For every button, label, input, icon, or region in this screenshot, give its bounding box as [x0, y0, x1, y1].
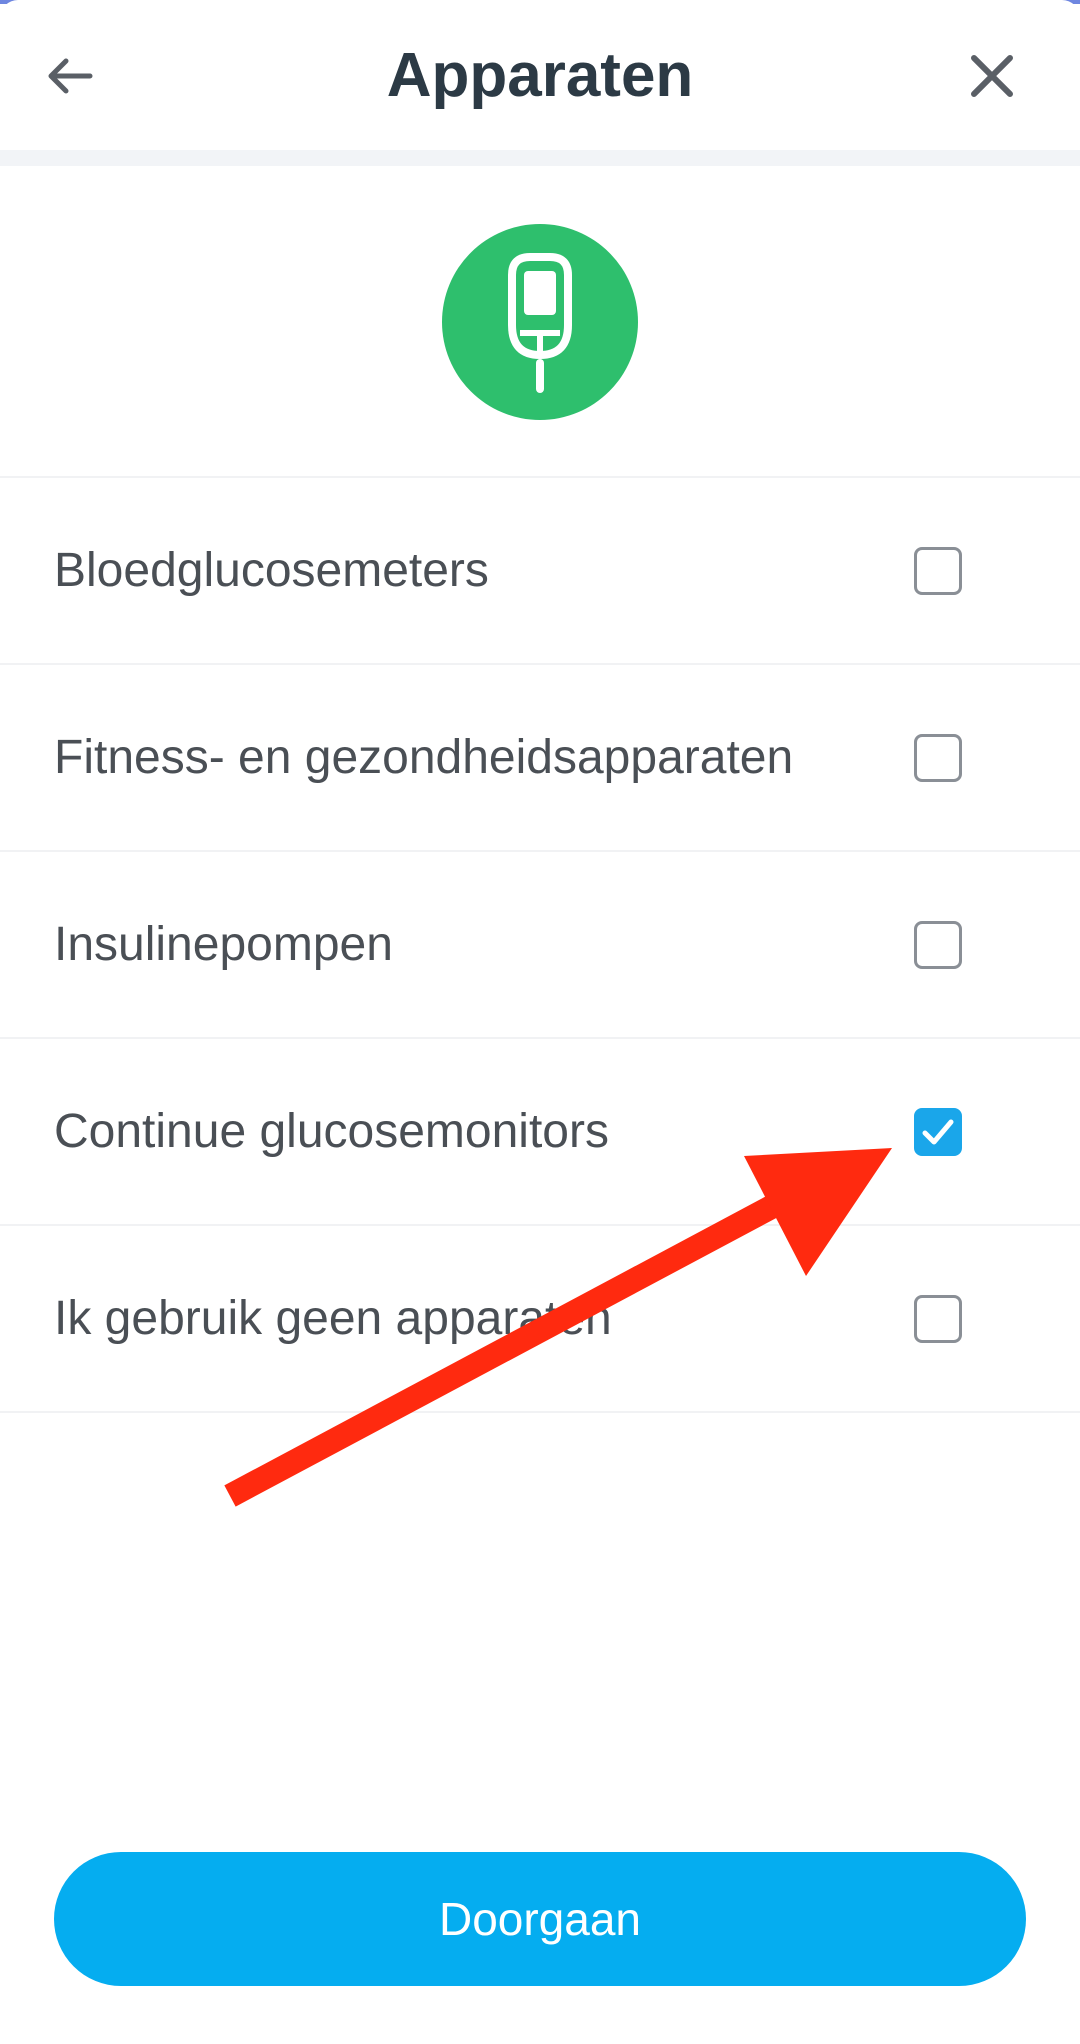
continue-button[interactable]: Doorgaan: [54, 1852, 1026, 1986]
option-checkbox[interactable]: [914, 733, 962, 782]
option-insulin-pumps[interactable]: Insulinepompen: [0, 850, 1080, 1037]
option-no-devices[interactable]: Ik gebruik geen apparaten: [0, 1224, 1080, 1413]
option-blood-glucose-meters[interactable]: Bloedglucosemeters: [0, 476, 1080, 663]
option-label: Ik gebruik geen apparaten: [54, 1292, 612, 1345]
header-divider: [0, 150, 1080, 166]
screen: Apparaten Bloedglucosemeters Fitness- en…: [0, 0, 1080, 2044]
close-button[interactable]: [952, 36, 1032, 116]
option-label: Continue glucosemonitors: [54, 1105, 609, 1158]
checkmark-icon: [922, 1119, 954, 1144]
option-checkbox[interactable]: [914, 546, 962, 595]
option-checkbox[interactable]: [914, 1294, 962, 1343]
header: Apparaten: [0, 0, 1080, 150]
option-fitness-health-devices[interactable]: Fitness- en gezondheidsapparaten: [0, 663, 1080, 850]
option-label: Bloedglucosemeters: [54, 544, 489, 597]
option-label: Insulinepompen: [54, 918, 393, 971]
glucose-meter-icon: [442, 224, 638, 420]
device-options-list: Bloedglucosemeters Fitness- en gezondhei…: [0, 476, 1080, 1413]
page-title: Apparaten: [386, 41, 694, 110]
close-icon: [971, 55, 1013, 97]
option-checkbox[interactable]: [914, 920, 962, 969]
option-checkbox[interactable]: [914, 1107, 962, 1156]
option-label: Fitness- en gezondheidsapparaten: [54, 731, 794, 784]
option-continuous-glucose-monitors[interactable]: Continue glucosemonitors: [0, 1037, 1080, 1224]
